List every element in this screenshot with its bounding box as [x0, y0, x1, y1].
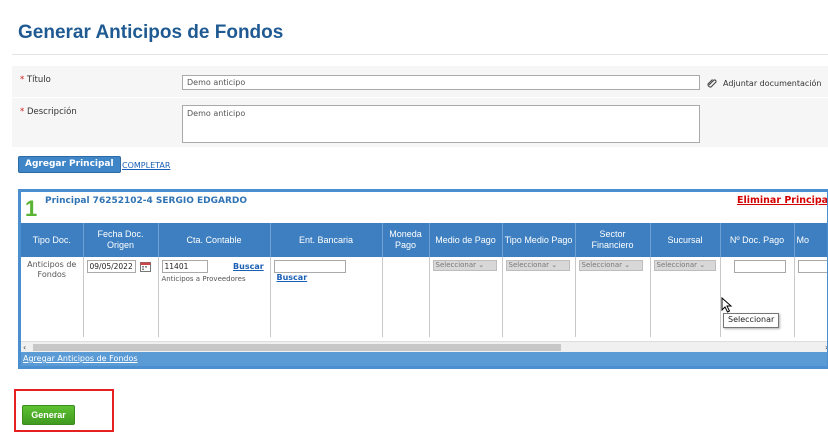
page-title: Generar Anticipos de Fondos: [18, 22, 284, 43]
paperclip-icon: [707, 79, 717, 88]
col-cta-contable: Cta. Contable: [158, 223, 271, 257]
select-text: Seleccionar: [435, 261, 477, 269]
descripcion-textarea[interactable]: Demo anticipo: [182, 105, 700, 143]
mo-input[interactable]: [797, 260, 827, 273]
select-text: Seleccionar: [581, 261, 623, 269]
col-nro-doc-pago: Nº Doc. Pago: [720, 223, 795, 257]
cell-mo: [794, 257, 827, 337]
col-mo: Mo: [794, 223, 827, 257]
title-divider: [12, 54, 828, 55]
col-ent-bancaria: Ent. Bancaria: [270, 223, 383, 257]
panel-footer: Agregar Anticipos de Fondos: [21, 352, 827, 366]
add-principal-button[interactable]: Agregar Principal: [18, 156, 121, 173]
titulo-label-text: Título: [26, 75, 51, 85]
col-tipo-doc: Tipo Doc.: [21, 223, 84, 257]
cell-ent-bancaria: Buscar: [270, 257, 383, 337]
buscar-ent-link[interactable]: Buscar: [277, 273, 308, 282]
titulo-input[interactable]: [182, 75, 700, 90]
ent-bancaria-input[interactable]: [273, 260, 346, 273]
cell-sector-financiero: Seleccionar ⌄: [575, 257, 651, 337]
form-area: * Título Adjuntar documentación * Descri…: [12, 66, 828, 150]
col-fecha-doc: Fecha Doc. Origen: [83, 223, 159, 257]
titulo-label: * Título: [20, 75, 51, 85]
table-header-row: Tipo Doc. Fecha Doc. Origen Cta. Contabl…: [21, 223, 827, 257]
cell-medio-pago: Seleccionar ⌄: [429, 257, 503, 337]
mouse-pointer-icon: [721, 297, 733, 313]
add-anticipos-link[interactable]: Agregar Anticipos de Fondos: [23, 354, 138, 363]
cell-moneda-pago: [382, 257, 430, 337]
descripcion-row: * Descripción Demo anticipo: [12, 98, 828, 148]
titulo-row: * Título Adjuntar documentación: [12, 66, 828, 98]
required-mark: *: [20, 75, 25, 85]
cell-cta-contable: Buscar Anticipos a Proveedores: [158, 257, 271, 337]
cell-fecha: [83, 257, 159, 337]
principal-title: Principal 76252102-4 SERGIO EDGARDO: [45, 196, 248, 206]
tipo-medio-pago-select[interactable]: Seleccionar ⌄: [505, 260, 570, 271]
col-medio-pago: Medio de Pago: [429, 223, 503, 257]
horizontal-scrollbar[interactable]: ‹ ›: [21, 341, 827, 352]
tipo-doc-value: Anticipos de Fondos: [27, 260, 77, 279]
col-sector-financiero: Sector Financiero: [575, 223, 651, 257]
nro-doc-pago-input[interactable]: [733, 260, 786, 273]
remove-principal-link[interactable]: Eliminar Principal: [737, 195, 827, 206]
cta-contable-input[interactable]: [161, 260, 208, 273]
attach-label: Adjuntar documentación: [723, 78, 822, 88]
select-text: Seleccionar: [656, 261, 698, 269]
col-tipo-medio-pago: Tipo Medio Pago: [502, 223, 576, 257]
cell-tipo-doc: Anticipos de Fondos: [21, 257, 84, 337]
cell-sucursal: Seleccionar ⌄: [650, 257, 721, 337]
scroll-thumb[interactable]: [33, 344, 561, 351]
fecha-input[interactable]: [86, 260, 136, 273]
col-sucursal: Sucursal: [650, 223, 721, 257]
sector-financiero-select[interactable]: Seleccionar ⌄: [578, 260, 643, 271]
principal-number: 1: [25, 196, 38, 221]
tooltip: Seleccionar: [723, 313, 780, 328]
medio-pago-select[interactable]: Seleccionar ⌄: [432, 260, 497, 271]
anticipos-table: Tipo Doc. Fecha Doc. Origen Cta. Contabl…: [21, 223, 827, 337]
required-mark: *: [20, 107, 25, 117]
cell-tipo-medio-pago: Seleccionar ⌄: [502, 257, 576, 337]
cta-description: Anticipos a Proveedores: [161, 275, 246, 283]
select-text: Seleccionar: [508, 261, 550, 269]
col-moneda-pago: Moneda Pago: [382, 223, 430, 257]
descripcion-label-text: Descripción: [26, 107, 77, 117]
table-row: Anticipos de Fondos Buscar Anticipos a P…: [21, 257, 827, 337]
completar-link[interactable]: COMPLETAR: [122, 161, 170, 170]
principal-panel: 1 Principal 76252102-4 SERGIO EDGARDO El…: [18, 189, 828, 369]
attach-documentation-link[interactable]: Adjuntar documentación: [706, 77, 822, 89]
descripcion-label: * Descripción: [20, 107, 77, 117]
generar-button[interactable]: Generar: [22, 405, 75, 425]
buscar-cta-link[interactable]: Buscar: [233, 262, 264, 271]
calendar-icon[interactable]: [140, 261, 152, 272]
sucursal-select[interactable]: Seleccionar ⌄: [653, 260, 716, 271]
scroll-left-arrow-icon[interactable]: ‹: [23, 343, 26, 352]
